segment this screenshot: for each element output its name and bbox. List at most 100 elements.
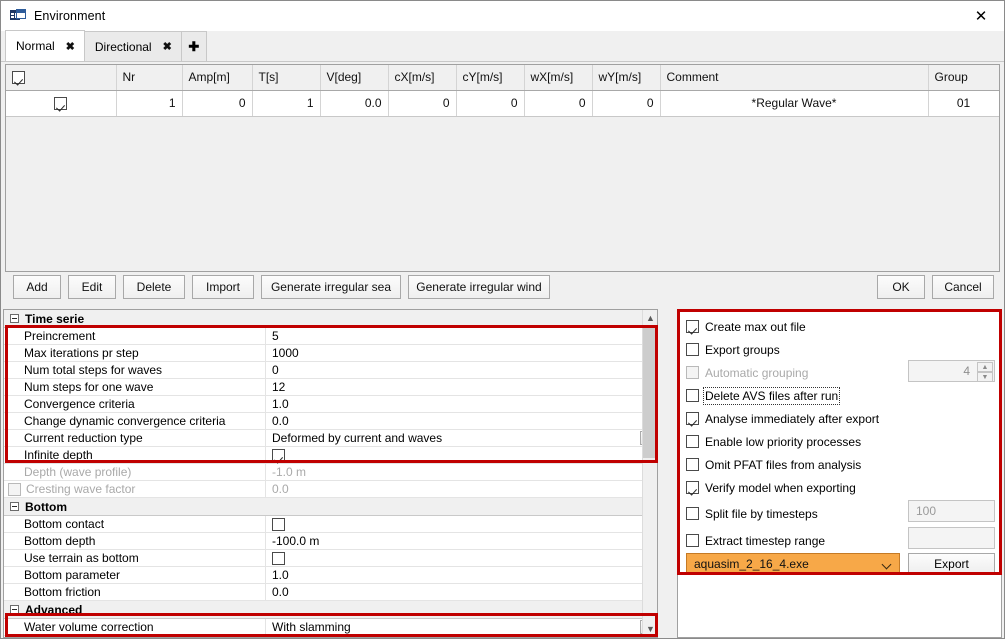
scroll-up-icon[interactable]: ▲ <box>643 310 657 326</box>
omit-pfat-checkbox[interactable] <box>686 458 699 471</box>
property-row-num-steps-one-wave[interactable]: Num steps for one wave 12 <box>4 379 657 396</box>
value-max-iterations[interactable]: 1000 <box>266 345 657 361</box>
cresting-wave-factor-checkbox[interactable] <box>8 482 21 496</box>
tab-directional-close-icon[interactable]: ✖ <box>163 40 172 53</box>
extract-range-input[interactable] <box>908 527 995 549</box>
option-split-file-by-timesteps[interactable]: Split file by timesteps <box>686 505 818 522</box>
option-export-groups[interactable]: Export groups <box>686 341 780 358</box>
property-row-bottom-depth[interactable]: Bottom depth -100.0 m <box>4 533 657 550</box>
property-row-convergence-criteria[interactable]: Convergence criteria 1.0 <box>4 396 657 413</box>
value-change-dynamic-convergence[interactable]: 0.0 <box>266 413 657 429</box>
value-current-reduction-type[interactable]: Deformed by current and waves <box>266 430 657 446</box>
collapse-icon[interactable] <box>10 502 19 511</box>
column-wx[interactable]: wX[m/s] <box>524 65 593 91</box>
column-cx[interactable]: cX[m/s] <box>388 65 457 91</box>
property-row-infinite-depth[interactable]: Infinite depth <box>4 447 657 464</box>
value-infinite-depth[interactable] <box>266 447 657 463</box>
property-row-use-terrain-as-bottom[interactable]: Use terrain as bottom <box>4 550 657 567</box>
use-terrain-as-bottom-checkbox[interactable] <box>272 551 285 565</box>
value-bottom-parameter[interactable]: 1.0 <box>266 567 657 583</box>
solver-executable-dropdown[interactable]: aquasim_2_16_4.exe <box>686 553 900 575</box>
value-num-total-steps[interactable]: 0 <box>266 362 657 378</box>
delete-button[interactable]: Delete <box>123 275 185 299</box>
generate-irregular-sea-button[interactable]: Generate irregular sea <box>261 275 401 299</box>
option-analyse-immediately[interactable]: Analyse immediately after export <box>686 410 879 427</box>
option-omit-pfat[interactable]: Omit PFAT files from analysis <box>686 456 861 473</box>
ok-button[interactable]: OK <box>877 275 925 299</box>
bottom-contact-checkbox[interactable] <box>272 517 285 531</box>
export-groups-checkbox[interactable] <box>686 343 699 356</box>
analyse-immediately-checkbox[interactable] <box>686 412 699 425</box>
cell-nr[interactable]: 1 <box>116 90 183 117</box>
column-cy[interactable]: cY[m/s] <box>456 65 525 91</box>
tab-normal[interactable]: Normal ✖ <box>5 30 85 61</box>
tab-directional[interactable]: Directional ✖ <box>83 31 182 61</box>
low-priority-checkbox[interactable] <box>686 435 699 448</box>
column-comment[interactable]: Comment <box>660 65 929 91</box>
cell-group[interactable]: 01 <box>928 90 999 117</box>
value-use-terrain-as-bottom[interactable] <box>266 550 657 566</box>
split-timesteps-input[interactable]: 100 <box>908 500 995 522</box>
property-row-bottom-friction[interactable]: Bottom friction 0.0 <box>4 584 657 601</box>
column-v[interactable]: V[deg] <box>320 65 389 91</box>
property-row-bottom-parameter[interactable]: Bottom parameter 1.0 <box>4 567 657 584</box>
infinite-depth-checkbox[interactable] <box>272 448 285 462</box>
cell-amp[interactable]: 0 <box>182 90 253 117</box>
property-grid-scrollbar[interactable]: ▲ ▼ <box>642 310 657 637</box>
collapse-icon[interactable] <box>10 605 19 614</box>
option-extract-timestep-range[interactable]: Extract timestep range <box>686 532 825 549</box>
column-t[interactable]: T[s] <box>252 65 321 91</box>
property-row-max-iterations[interactable]: Max iterations pr step 1000 <box>4 345 657 362</box>
option-delete-avs-files[interactable]: Delete AVS files after run <box>686 386 841 405</box>
verify-model-checkbox[interactable] <box>686 481 699 494</box>
chevron-down-icon[interactable] <box>883 560 892 569</box>
collapse-icon[interactable] <box>10 314 19 323</box>
tab-add-button[interactable]: ✚ <box>180 31 207 61</box>
split-file-checkbox[interactable] <box>686 507 699 520</box>
property-row-num-total-steps[interactable]: Num total steps for waves 0 <box>4 362 657 379</box>
close-icon[interactable]: ✕ <box>958 1 1004 31</box>
header-select-all[interactable] <box>6 65 117 91</box>
cell-cy[interactable]: 0 <box>456 90 525 117</box>
add-button[interactable]: Add <box>13 275 61 299</box>
delete-avs-files-checkbox[interactable] <box>686 389 699 402</box>
table-row[interactable]: 1 0 1 0.0 0 0 0 0 *Regular Wave* 01 <box>6 90 999 117</box>
property-category-time-serie[interactable]: Time serie <box>4 310 657 328</box>
tab-normal-close-icon[interactable]: ✖ <box>66 40 75 53</box>
export-button[interactable]: Export <box>908 553 995 575</box>
value-bottom-depth[interactable]: -100.0 m <box>266 533 657 549</box>
property-category-bottom[interactable]: Bottom <box>4 498 657 516</box>
row-select-cell[interactable] <box>6 90 117 117</box>
cell-t[interactable]: 1 <box>252 90 321 117</box>
edit-button[interactable]: Edit <box>68 275 116 299</box>
cell-v[interactable]: 0.0 <box>320 90 389 117</box>
property-row-bottom-contact[interactable]: Bottom contact <box>4 516 657 533</box>
column-wy[interactable]: wY[m/s] <box>592 65 661 91</box>
option-verify-model[interactable]: Verify model when exporting <box>686 479 856 496</box>
option-create-max-out-file[interactable]: Create max out file <box>686 318 806 335</box>
value-preincrement[interactable]: 5 <box>266 328 657 344</box>
column-group[interactable]: Group <box>928 65 999 91</box>
cell-comment[interactable]: *Regular Wave* <box>660 90 929 117</box>
property-row-change-dynamic-convergence[interactable]: Change dynamic convergence criteria 0.0 <box>4 413 657 430</box>
create-max-out-file-checkbox[interactable] <box>686 320 699 333</box>
value-convergence-criteria[interactable]: 1.0 <box>266 396 657 412</box>
generate-irregular-wind-button[interactable]: Generate irregular wind <box>408 275 550 299</box>
cell-wy[interactable]: 0 <box>592 90 661 117</box>
cell-cx[interactable]: 0 <box>388 90 457 117</box>
column-nr[interactable]: Nr <box>116 65 183 91</box>
value-num-steps-one-wave[interactable]: 12 <box>266 379 657 395</box>
import-button[interactable]: Import <box>192 275 254 299</box>
select-all-checkbox[interactable] <box>12 71 25 85</box>
cell-wx[interactable]: 0 <box>524 90 593 117</box>
property-category-advanced[interactable]: Advanced <box>4 601 657 619</box>
scrollbar-thumb[interactable] <box>643 328 657 458</box>
value-bottom-friction[interactable]: 0.0 <box>266 584 657 600</box>
property-row-current-reduction-type[interactable]: Current reduction type Deformed by curre… <box>4 430 657 447</box>
property-row-water-volume-correction[interactable]: Water volume correction With slamming <box>4 619 657 636</box>
scroll-down-icon[interactable]: ▼ <box>643 621 657 637</box>
row-checkbox[interactable] <box>54 97 68 111</box>
property-row-preincrement[interactable]: Preincrement 5 <box>4 328 657 345</box>
cancel-button[interactable]: Cancel <box>932 275 994 299</box>
extract-range-checkbox[interactable] <box>686 534 699 547</box>
